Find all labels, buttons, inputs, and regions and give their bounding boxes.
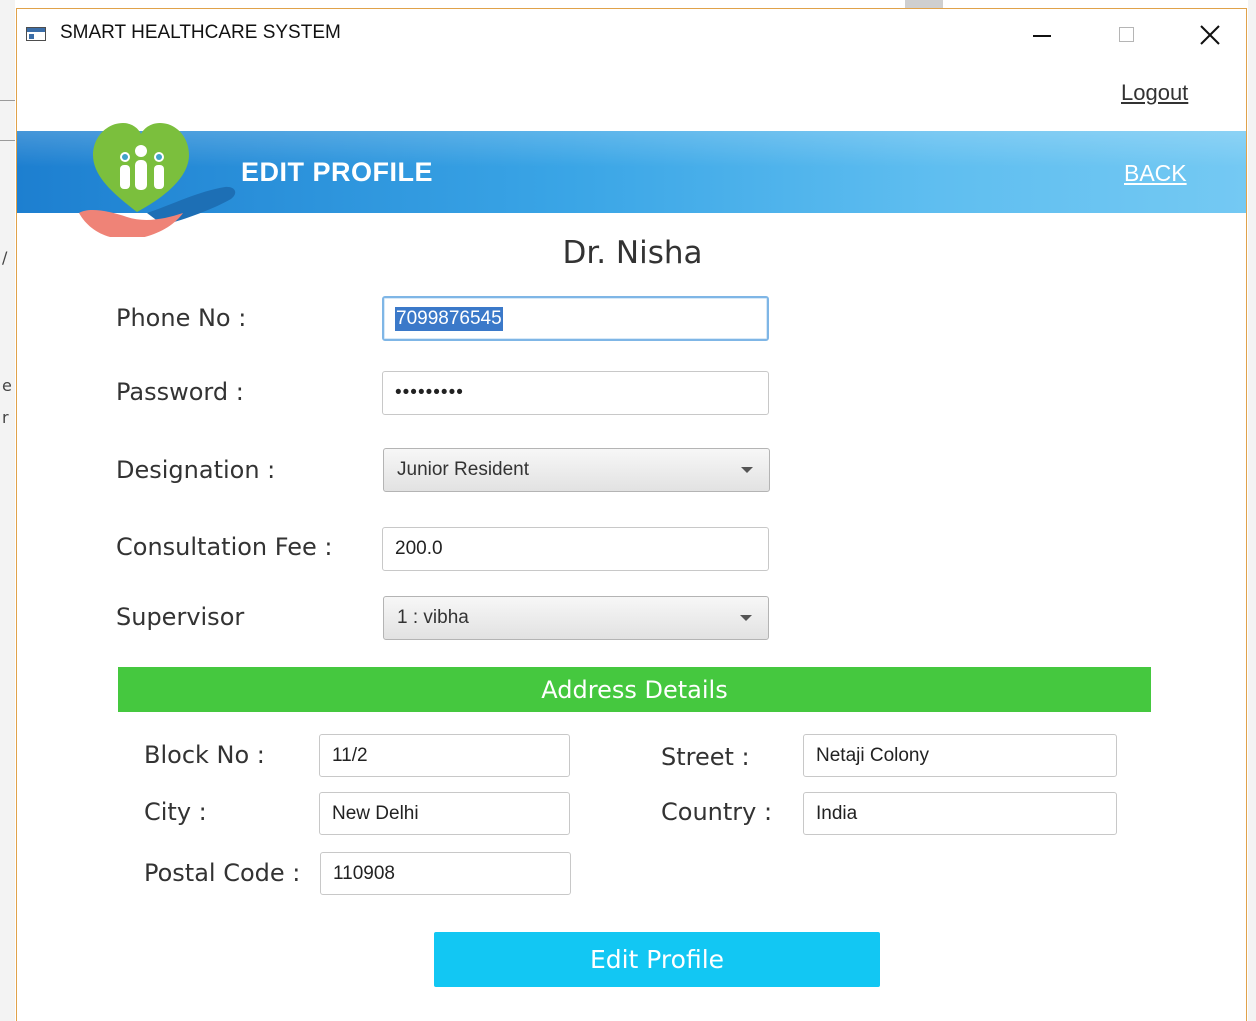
doctor-name: Dr. Nisha	[562, 235, 703, 271]
password-mask: •••••••••	[395, 382, 464, 403]
phone-input[interactable]: 7099876545	[382, 296, 769, 341]
app-window: SMART HEALTHCARE SYSTEM Logout EDIT PROF…	[16, 8, 1247, 1021]
healthcare-logo-icon	[79, 123, 236, 237]
consultation-fee-label: Consultation Fee :	[116, 533, 333, 561]
background-tab	[905, 0, 943, 8]
phone-value: 7099876545	[395, 306, 503, 331]
chevron-down-icon	[740, 615, 752, 621]
edit-profile-button[interactable]: Edit Profile	[434, 932, 880, 987]
supervisor-select[interactable]: 1 : vibha	[383, 596, 769, 640]
app-window-icon	[26, 27, 46, 41]
postal-code-label: Postal Code :	[144, 859, 301, 887]
close-icon	[1200, 25, 1220, 45]
background-window-edge: / e r	[0, 0, 15, 1021]
back-link[interactable]: BACK	[1124, 160, 1187, 187]
address-details-header: Address Details	[118, 667, 1151, 712]
block-no-value: 11/2	[332, 744, 368, 766]
logout-link[interactable]: Logout	[1121, 80, 1188, 106]
password-input[interactable]: •••••••••	[382, 371, 769, 415]
maximize-button[interactable]	[1105, 19, 1151, 49]
designation-label: Designation :	[116, 456, 276, 484]
postal-code-input[interactable]: 110908	[320, 852, 571, 895]
street-value: Netaji Colony	[816, 744, 929, 766]
supervisor-value: 1 : vibha	[397, 607, 469, 628]
city-input[interactable]: New Delhi	[319, 792, 570, 835]
street-input[interactable]: Netaji Colony	[803, 734, 1117, 777]
title-bar: SMART HEALTHCARE SYSTEM	[17, 9, 1246, 59]
supervisor-label: Supervisor	[116, 603, 245, 631]
address-details-title: Address Details	[541, 675, 728, 704]
country-value: India	[816, 802, 858, 824]
edit-profile-label: Edit Profile	[589, 945, 725, 974]
block-no-label: Block No :	[144, 741, 265, 769]
country-label: Country :	[661, 798, 773, 826]
password-label: Password :	[116, 378, 244, 406]
phone-label: Phone No :	[116, 304, 247, 332]
page-title: EDIT PROFILE	[241, 157, 434, 187]
minimize-button[interactable]	[1019, 19, 1065, 49]
block-no-input[interactable]: 11/2	[319, 734, 570, 777]
street-label: Street :	[661, 743, 750, 771]
postal-code-value: 110908	[333, 862, 395, 884]
consultation-fee-value: 200.0	[395, 538, 443, 559]
city-value: New Delhi	[332, 802, 419, 824]
background-window-edge-right	[1248, 0, 1256, 1021]
consultation-fee-input[interactable]: 200.0	[382, 527, 769, 571]
city-label: City :	[144, 798, 207, 826]
window-title: SMART HEALTHCARE SYSTEM	[60, 22, 341, 43]
close-button[interactable]	[1187, 19, 1233, 49]
designation-select[interactable]: Junior Resident	[383, 448, 770, 492]
chevron-down-icon	[741, 467, 753, 473]
country-input[interactable]: India	[803, 792, 1117, 835]
designation-value: Junior Resident	[397, 459, 530, 480]
